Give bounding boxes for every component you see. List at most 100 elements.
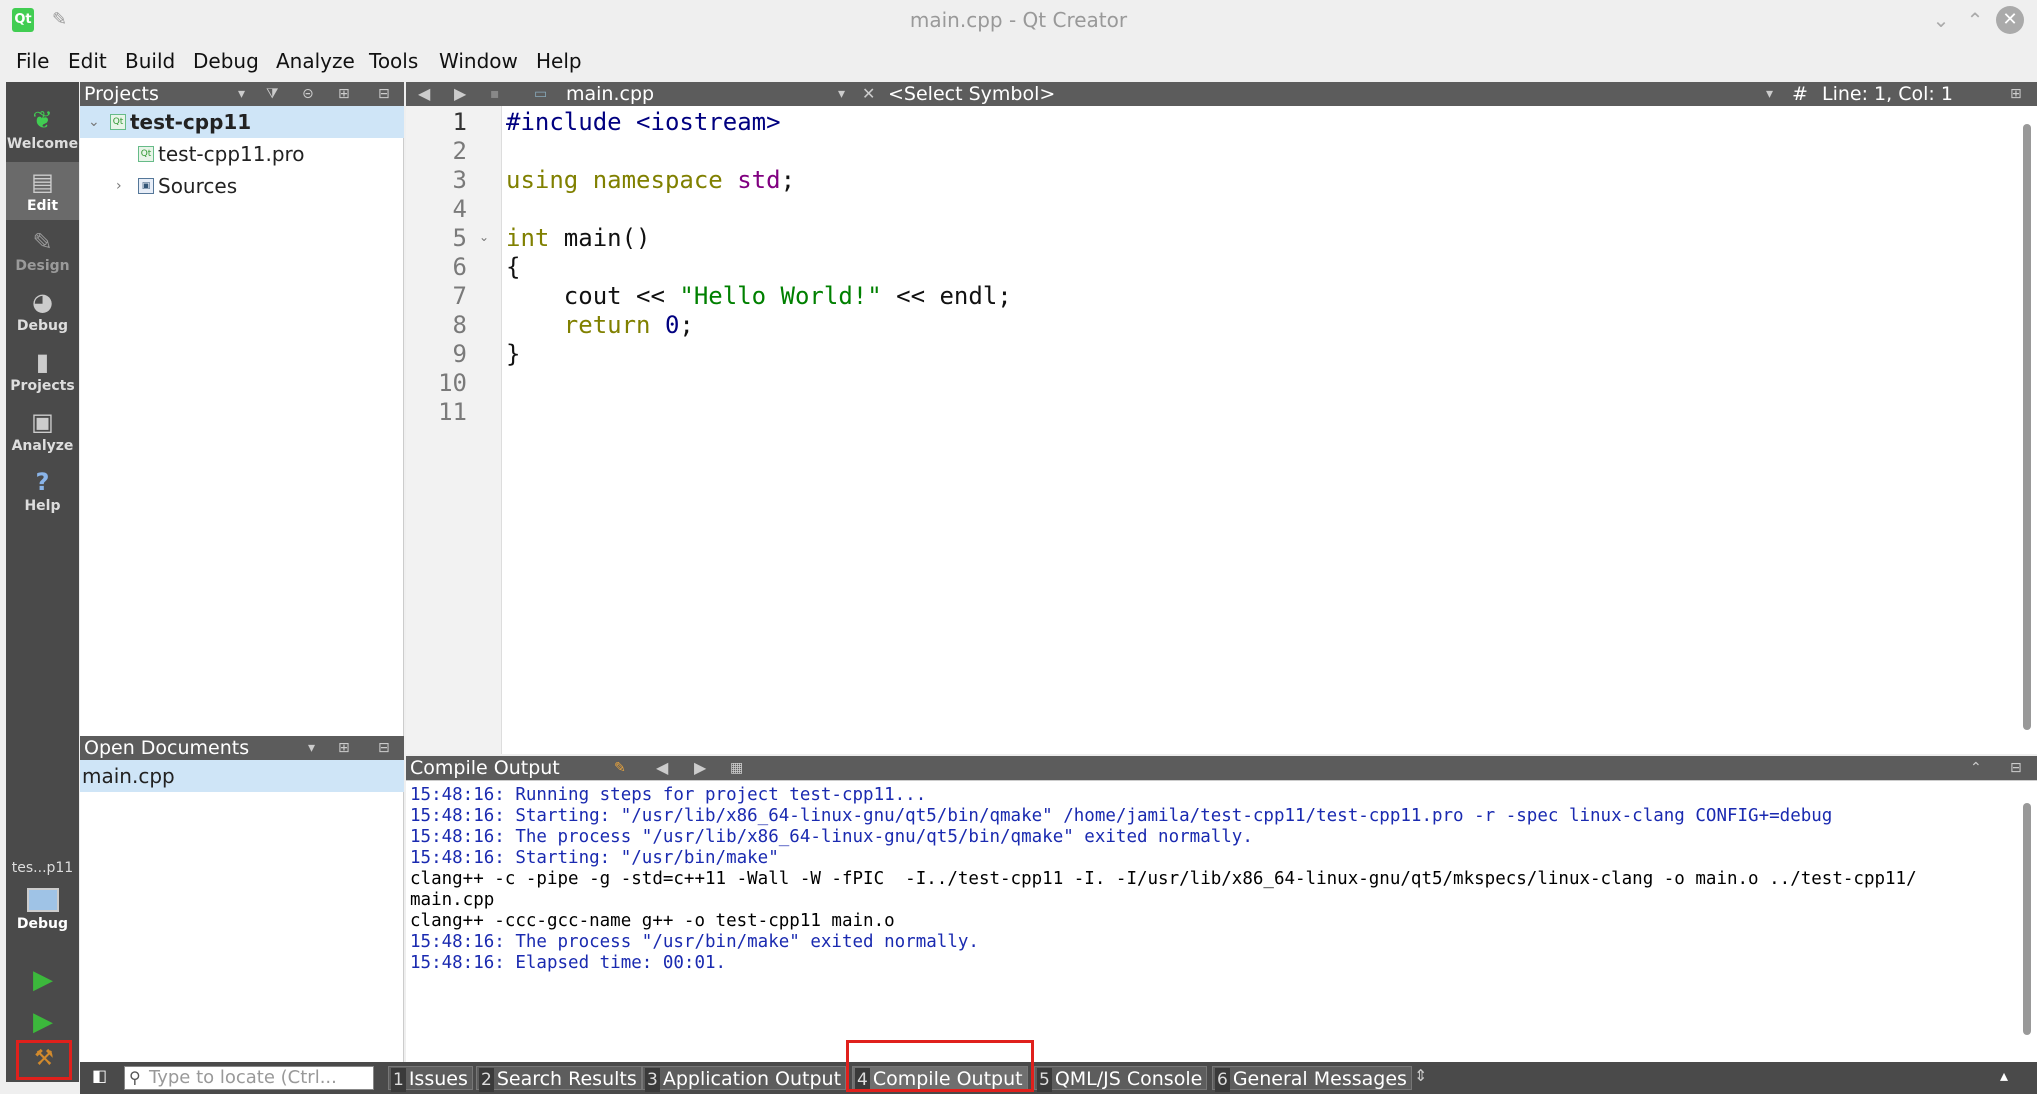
tab-general-messages[interactable]: 6 General Messages — [1212, 1066, 1412, 1092]
output-panel-title: Compile Output — [410, 757, 560, 779]
filter-output-icon[interactable]: ▦ — [730, 756, 743, 780]
editor-scrollbar[interactable] — [2023, 124, 2031, 730]
menu-debug[interactable]: Debug — [193, 49, 259, 73]
tree-item-project[interactable]: ⌄ Qt test-cpp11 — [80, 106, 404, 138]
link-icon[interactable]: ⊝ — [302, 82, 314, 106]
hash-label: # — [1792, 83, 1808, 105]
next-item-icon[interactable]: ▶ — [694, 756, 706, 780]
document-icon: ▤ — [31, 168, 54, 196]
mode-label: Projects — [10, 378, 75, 394]
open-documents-header: Open Documents ▾ ⊞ ⊟ — [80, 736, 404, 760]
toggle-sidebar-icon[interactable]: ◧ — [92, 1066, 107, 1085]
mode-analyze[interactable]: ▣ Analyze — [6, 402, 79, 460]
filter-icon[interactable]: ⧩ — [266, 82, 279, 106]
menu-file[interactable]: File — [16, 49, 49, 73]
line-number: 11 — [438, 398, 467, 426]
line-number: 8 — [452, 311, 467, 339]
search-icon: ⚲ — [129, 1068, 141, 1087]
menu-build[interactable]: Build — [125, 49, 175, 73]
forward-arrow-icon[interactable]: ▶ — [454, 82, 466, 106]
open-documents-list: main.cpp — [80, 760, 404, 1062]
line-number: 1 — [452, 108, 467, 136]
output-line: clang++ -ccc-gcc-name g++ -o test-cpp11 … — [410, 911, 895, 931]
tab-issues[interactable]: 1 Issues — [388, 1066, 473, 1092]
output-line: main.cpp — [410, 890, 495, 910]
projects-tree: ⌄ Qt test-cpp11 Qt test-cpp11.pro › ▣ So… — [80, 106, 404, 738]
hammer-icon: ⚒ — [34, 1046, 54, 1071]
locator-placeholder: Type to locate (Ctrl... — [149, 1067, 337, 1088]
mode-projects[interactable]: ▮ Projects — [6, 342, 79, 400]
tree-item-label: test-cpp11 — [130, 110, 252, 134]
dropdown-arrow-icon[interactable]: ▾ — [1766, 82, 1773, 106]
menu-tools[interactable]: Tools — [369, 49, 418, 73]
close-panel-icon[interactable]: ⊟ — [2010, 756, 2022, 780]
split-icon[interactable]: ⊞ — [338, 82, 350, 106]
lock-icon: ▪ — [490, 86, 500, 102]
output-scrollbar[interactable] — [2023, 803, 2031, 1035]
dropdown-arrow-icon[interactable]: ▾ — [238, 82, 245, 106]
mode-label: Debug — [16, 318, 69, 334]
dropdown-arrow-icon[interactable]: ▾ — [838, 82, 845, 106]
menu-window[interactable]: Window — [439, 49, 518, 73]
project-icon: Qt — [110, 114, 126, 130]
mode-design[interactable]: ✎ Design — [6, 222, 79, 280]
pro-file-icon: Qt — [138, 146, 154, 162]
output-panel-header: Compile Output ✎ ◀ ▶ ▦ ⌃ ⊟ — [406, 756, 2037, 780]
split-icon[interactable]: ⊞ — [338, 736, 350, 760]
mode-welcome[interactable]: ❦ Welcome — [6, 100, 79, 158]
more-tabs-icon[interactable]: ⇕ — [1414, 1066, 1427, 1085]
menu-help[interactable]: Help — [536, 49, 582, 73]
clear-output-icon[interactable]: ✎ — [614, 756, 626, 780]
chevron-down-icon[interactable]: ⌄ — [88, 106, 100, 138]
code-line-8: return 0; — [506, 311, 694, 339]
mode-edit[interactable]: ▤ Edit — [6, 162, 79, 220]
maximize-button[interactable]: ⌃ — [1960, 5, 1990, 35]
open-document-item[interactable]: main.cpp — [80, 760, 404, 792]
chevron-right-icon[interactable]: › — [116, 170, 122, 202]
toggle-output-icon[interactable]: ▴ — [2000, 1066, 2008, 1085]
line-number-gutter: 1 2 3 4 5 ⌄ 6 7 8 9 10 11 — [406, 106, 502, 754]
cursor-position[interactable]: Line: 1, Col: 1 — [1822, 82, 1953, 106]
code-line-5: int main() — [506, 224, 651, 252]
tab-application-output[interactable]: 3 Application Output — [642, 1066, 847, 1092]
previous-item-icon[interactable]: ◀ — [656, 756, 668, 780]
symbol-selector[interactable]: <Select Symbol> — [888, 82, 1055, 106]
minimize-button[interactable]: ⌄ — [1926, 5, 1956, 35]
close-panel-icon[interactable]: ⊟ — [378, 82, 390, 106]
output-line: clang++ -c -pipe -g -std=c++11 -Wall -W … — [410, 869, 1917, 889]
editor-file-name[interactable]: main.cpp — [566, 82, 654, 106]
mode-debug[interactable]: ◕ Debug — [6, 282, 79, 340]
line-number: 9 — [452, 340, 467, 368]
maximize-panel-icon[interactable]: ⌃ — [1970, 756, 1982, 780]
tab-search-results[interactable]: 2 Search Results — [476, 1066, 642, 1092]
status-bar: ◧ ⚲ Type to locate (Ctrl... 1 Issues 2 Sea… — [80, 1062, 2037, 1094]
debug-run-button[interactable]: ▶ — [24, 1004, 62, 1040]
run-button[interactable]: ▶ — [24, 962, 62, 998]
kit-selector[interactable]: Debug — [6, 882, 79, 942]
code-line-6: { — [506, 253, 521, 281]
back-arrow-icon[interactable]: ◀ — [418, 82, 430, 106]
close-document-icon[interactable]: ✕ — [862, 82, 875, 106]
question-icon: ? — [35, 468, 50, 496]
tree-item-label: Sources — [158, 174, 238, 198]
fold-chevron-icon[interactable]: ⌄ — [479, 230, 489, 244]
mode-help[interactable]: ? Help — [6, 462, 79, 520]
locator-input[interactable]: ⚲ Type to locate (Ctrl... — [124, 1066, 374, 1090]
code-line-3: using namespace std; — [506, 166, 796, 194]
tree-item-label: test-cpp11.pro — [158, 142, 305, 166]
menu-edit[interactable]: Edit — [68, 49, 107, 73]
wrench-icon: ▮ — [35, 348, 50, 376]
split-icon[interactable]: ⊞ — [2010, 82, 2022, 106]
close-panel-icon[interactable]: ⊟ — [378, 736, 390, 760]
dropdown-arrow-icon[interactable]: ▾ — [308, 736, 315, 760]
mode-selector: ❦ Welcome ▤ Edit ✎ Design ◕ Debug ▮ Proj… — [6, 82, 79, 1082]
menu-analyze[interactable]: Analyze — [276, 49, 355, 73]
build-button[interactable]: ⚒ — [16, 1040, 72, 1080]
tab-qml-js-console[interactable]: 5 QML/JS Console — [1034, 1066, 1208, 1092]
tree-item-pro-file[interactable]: Qt test-cpp11.pro — [80, 138, 404, 170]
mode-label: Help — [24, 498, 61, 514]
close-button[interactable]: ✕ — [1996, 6, 2024, 34]
code-editor[interactable]: 1 2 3 4 5 ⌄ 6 7 8 9 10 11 #include <iost… — [406, 106, 2037, 754]
compile-output-text[interactable]: 15:48:16: Running steps for project test… — [406, 780, 2037, 1062]
tree-item-sources[interactable]: › ▣ Sources — [80, 170, 404, 202]
